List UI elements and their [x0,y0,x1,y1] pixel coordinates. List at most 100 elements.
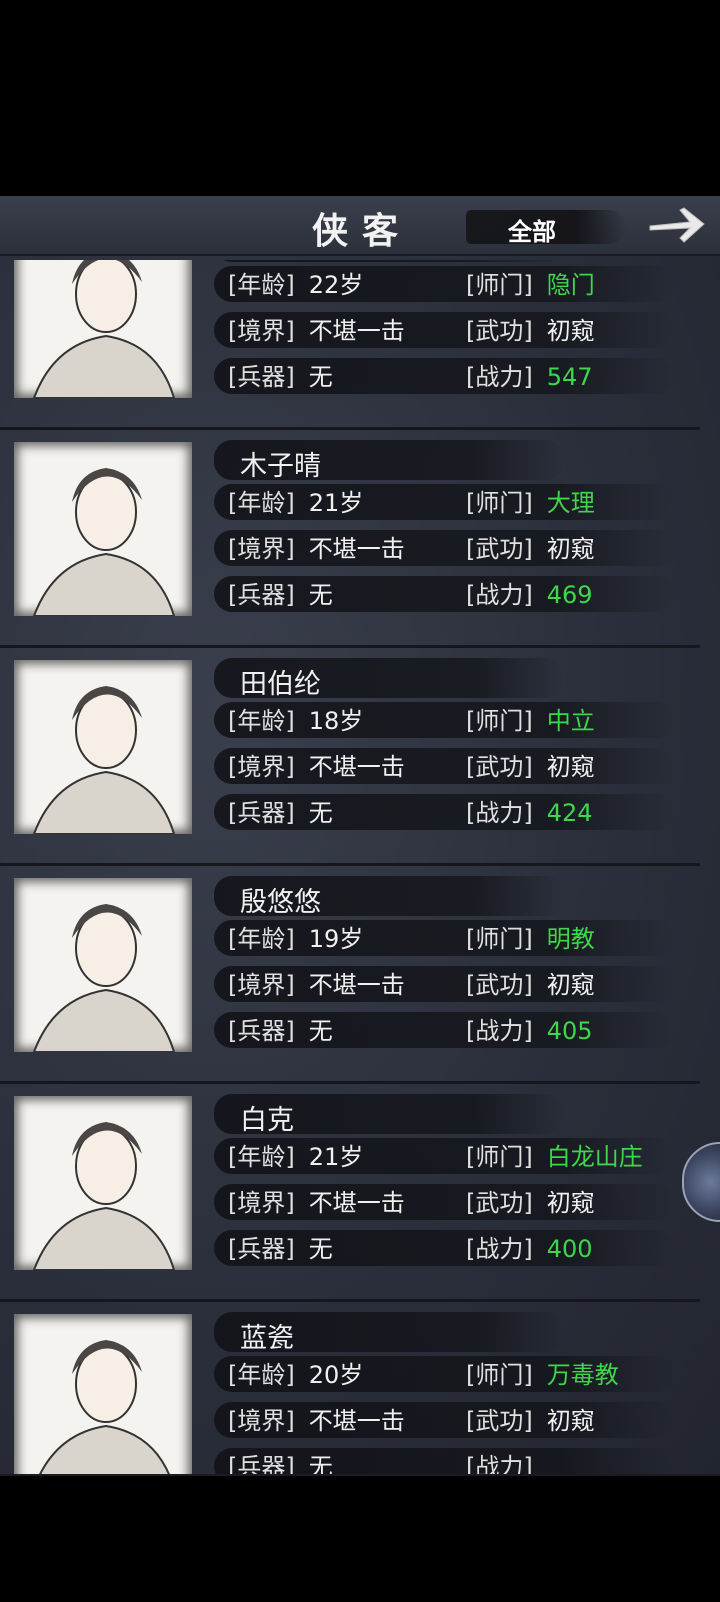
age-value: 21岁 [308,1143,364,1171]
realm-value: 不堪一击 [308,1189,405,1217]
realm-value: 不堪一击 [308,753,405,781]
weapon-label: [兵器] [228,363,295,391]
skill-label: [武功] [466,535,533,563]
realm-row: [境界] 不堪一击 [228,532,405,566]
realm-row: [境界] 不堪一击 [228,1186,405,1220]
skill-label: [武功] [466,1407,533,1435]
power-row: [战力] 405 [466,1014,593,1048]
power-row: [战力] 400 [466,1232,593,1266]
sect-label: [师门] [466,489,533,517]
realm-value: 不堪一击 [308,535,405,563]
skill-value: 初窥 [546,1407,595,1435]
arrow-right-icon[interactable] [646,202,706,246]
sect-value: 隐门 [546,271,595,299]
skill-row: [武功] 初窥 [466,968,595,1002]
age-value: 18岁 [308,707,364,735]
realm-row: [境界] 不堪一击 [228,750,405,784]
realm-label: [境界] [228,753,295,781]
power-value: 469 [546,581,593,609]
sect-row: [师门] 隐门 [466,268,595,302]
skill-value: 初窥 [546,753,595,781]
realm-label: [境界] [228,971,295,999]
hero-card[interactable]: 殷悠悠 [年龄] 19岁 [境界] 不堪一击 [兵器] 无 [师门] 明教 [武功] 初窥… [0,866,700,1084]
age-row: [年龄] 20岁 [228,1358,363,1392]
age-row: [年龄] 18岁 [228,704,363,738]
weapon-value: 无 [308,1453,333,1476]
age-row: [年龄] 19岁 [228,922,363,956]
weapon-value: 无 [308,581,333,609]
sect-row: [师门] 万毒教 [466,1358,619,1392]
hero-card[interactable]: 白克 [年龄] 21岁 [境界] 不堪一击 [兵器] 无 [师门] 白龙山庄 [武功] 初… [0,1084,700,1302]
age-value: 19岁 [308,925,364,953]
realm-row: [境界] 不堪一击 [228,314,405,348]
weapon-label: [兵器] [228,1453,295,1476]
power-value: 400 [546,1235,593,1263]
skill-label: [武功] [466,317,533,345]
realm-value: 不堪一击 [308,317,405,345]
weapon-value: 无 [308,799,333,827]
filter-dropdown[interactable]: 全部 [466,210,626,246]
hero-name: 杨不乃 [240,260,321,265]
sect-label: [师门] [466,707,533,735]
hero-portrait [14,442,192,616]
hero-name: 殷悠悠 [240,887,321,918]
hero-list[interactable]: 杨不乃 [年龄] 22岁 [境界] 不堪一击 [兵器] 无 [师门] 隐门 [武功] 初窥… [0,260,700,1476]
skill-row: [武功] 初窥 [466,532,595,566]
age-value: 21岁 [308,489,364,517]
power-row: [战力] 424 [466,796,593,830]
weapon-value: 无 [308,363,333,391]
realm-value: 不堪一击 [308,1407,405,1435]
sect-label: [师门] [466,925,533,953]
realm-label: [境界] [228,535,295,563]
weapon-row: [兵器] 无 [228,360,333,394]
skill-value: 初窥 [546,971,595,999]
age-label: [年龄] [228,271,295,299]
hero-list-panel: 侠客 全部 杨不乃 [年龄] 22岁 [境界] 不堪一击 [兵器] 无 [师门] 隐门 … [0,196,720,1476]
hero-card[interactable]: 杨不乃 [年龄] 22岁 [境界] 不堪一击 [兵器] 无 [师门] 隐门 [武功] 初窥… [0,260,700,430]
skill-value: 初窥 [546,535,595,563]
sect-row: [师门] 明教 [466,922,595,956]
weapon-label: [兵器] [228,581,295,609]
weapon-value: 无 [308,1017,333,1045]
skill-value: 初窥 [546,317,595,345]
hero-card[interactable]: 木子晴 [年龄] 21岁 [境界] 不堪一击 [兵器] 无 [师门] 大理 [武功] 初窥… [0,430,700,648]
realm-value: 不堪一击 [308,971,405,999]
hero-name: 白克 [240,1105,294,1136]
skill-row: [武功] 初窥 [466,1404,595,1438]
age-label: [年龄] [228,707,295,735]
age-label: [年龄] [228,1361,295,1389]
skill-row: [武功] 初窥 [466,750,595,784]
age-row: [年龄] 22岁 [228,268,363,302]
power-row: [战力] 469 [466,578,593,612]
power-value: 424 [546,799,593,827]
sect-value: 白龙山庄 [546,1143,643,1171]
sect-row: [师门] 大理 [466,486,595,520]
age-row: [年龄] 21岁 [228,486,363,520]
hero-name: 木子晴 [240,451,321,482]
page-title: 侠客 [312,210,413,252]
weapon-row: [兵器] 无 [228,578,333,612]
realm-label: [境界] [228,1407,295,1435]
sect-value: 万毒教 [546,1361,619,1389]
power-label: [战力] [466,1453,533,1476]
age-row: [年龄] 21岁 [228,1140,363,1174]
power-label: [战力] [466,363,533,391]
hero-card[interactable]: 田伯纶 [年龄] 18岁 [境界] 不堪一击 [兵器] 无 [师门] 中立 [武功] 初窥… [0,648,700,866]
hero-name: 蓝瓷 [240,1323,294,1354]
age-value: 20岁 [308,1361,364,1389]
power-label: [战力] [466,799,533,827]
sect-label: [师门] [466,1143,533,1171]
realm-row: [境界] 不堪一击 [228,968,405,1002]
power-value: 547 [546,363,593,391]
filter-label: 全部 [508,218,556,246]
skill-label: [武功] [466,971,533,999]
power-value: 405 [546,1017,593,1045]
skill-row: [武功] 初窥 [466,1186,595,1220]
sect-label: [师门] [466,1361,533,1389]
hero-card[interactable]: 蓝瓷 [年龄] 20岁 [境界] 不堪一击 [兵器] 无 [师门] 万毒教 [武功] 初窥… [0,1302,700,1476]
skill-label: [武功] [466,753,533,781]
sect-row: [师门] 白龙山庄 [466,1140,643,1174]
weapon-row: [兵器] 无 [228,1014,333,1048]
age-value: 22岁 [308,271,364,299]
panel-bottom-edge [0,1474,720,1476]
